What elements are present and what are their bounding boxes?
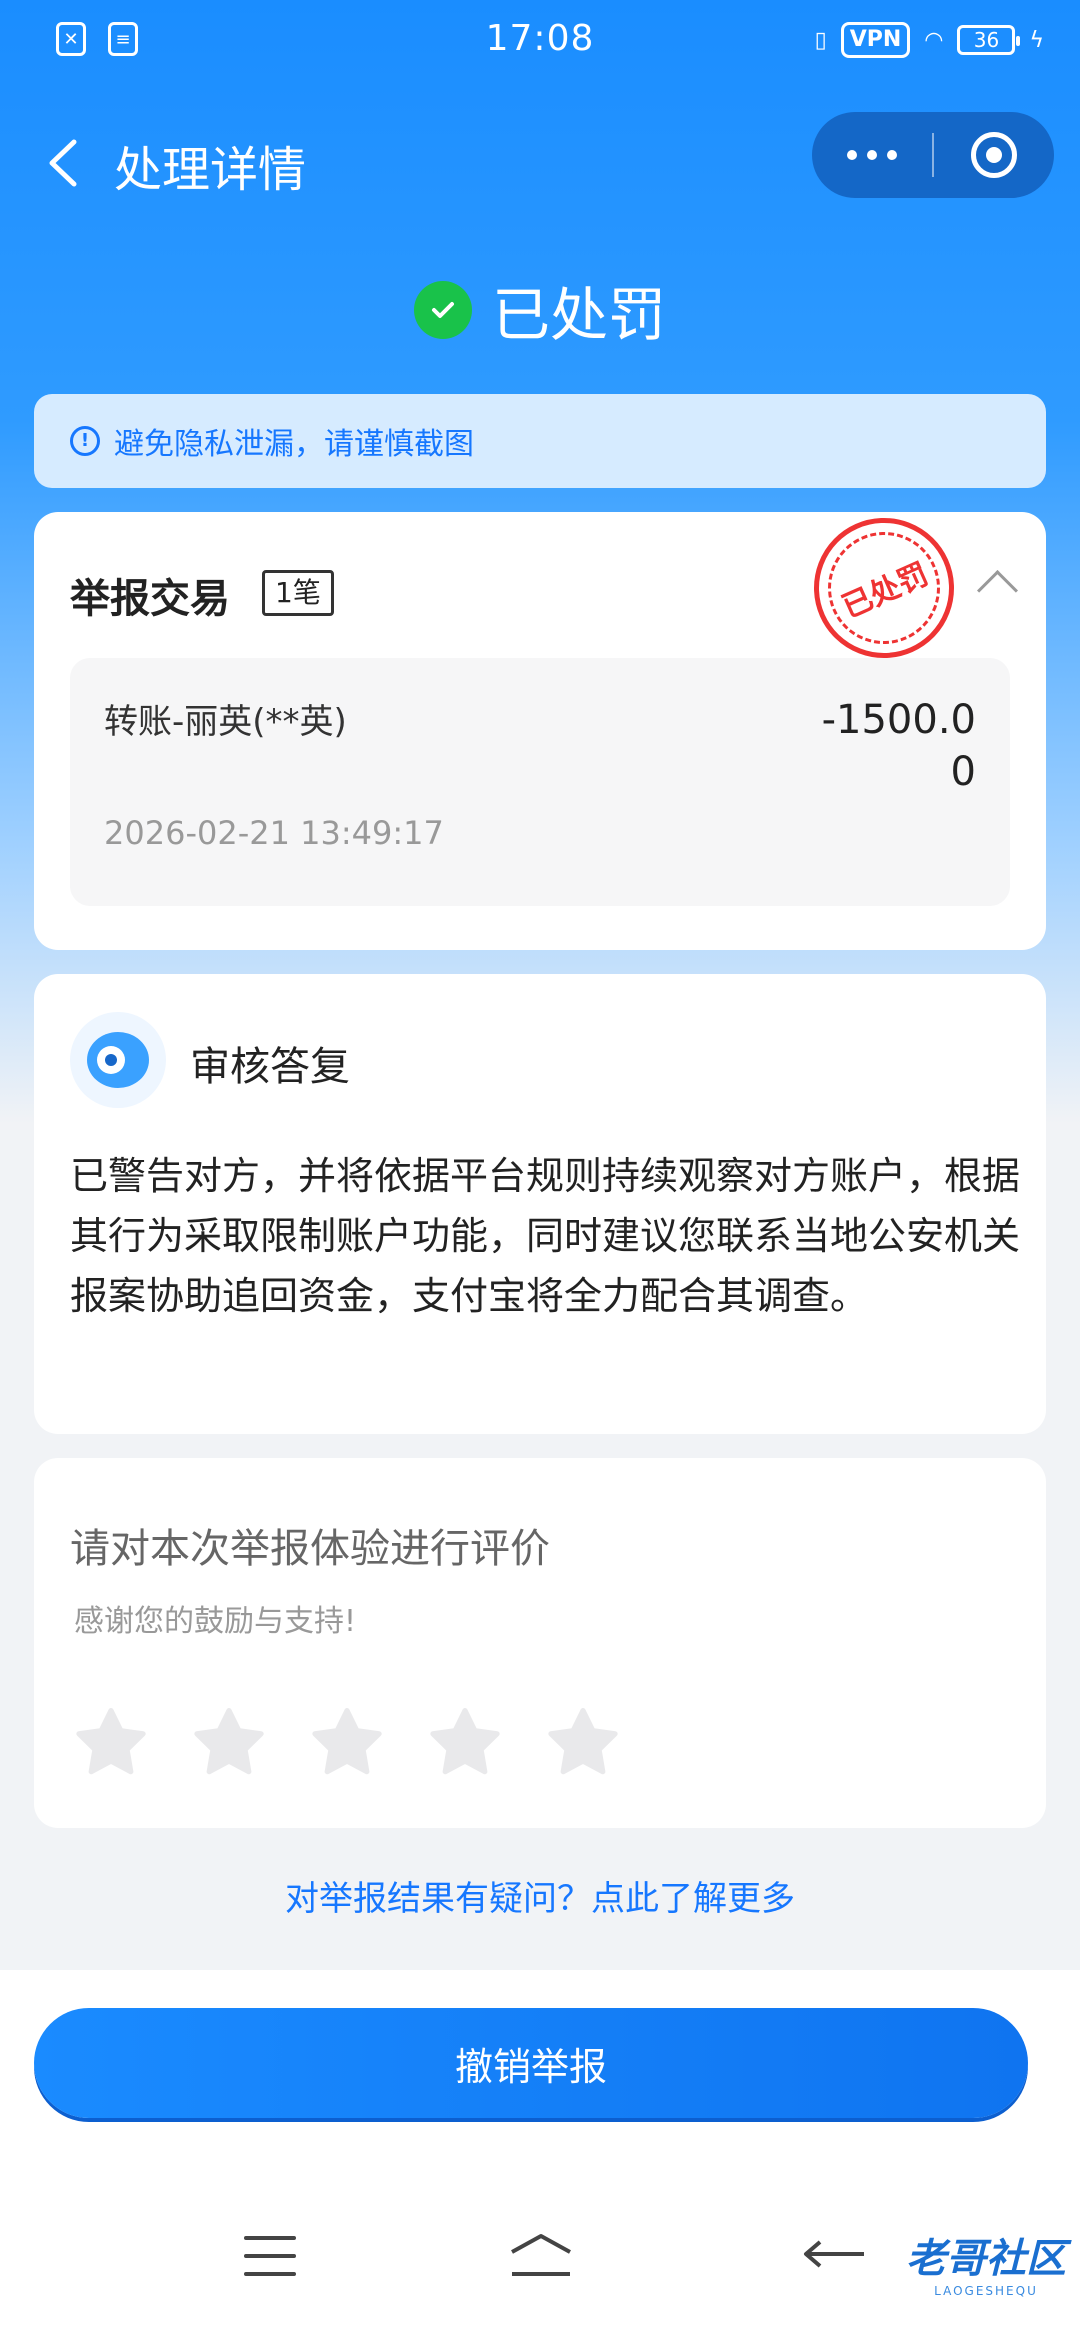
revoke-report-button[interactable]: 撤销举报 xyxy=(34,2008,1028,2118)
review-content: 已警告对方，并将依据平台规则持续观察对方账户，根据其行为采取限制账户功能，同时建… xyxy=(70,1154,1021,1318)
rating-card: 请对本次举报体验进行评价 感谢您的鼓励与支持! xyxy=(34,1458,1046,1828)
privacy-notice-text: 避免隐私泄漏，请谨慎截图 xyxy=(114,427,474,462)
star-rating xyxy=(70,1702,624,1784)
stamp-text: 已处罚 xyxy=(810,514,958,662)
transaction-amount: -1500.00 xyxy=(821,697,976,795)
close-miniapp-button[interactable] xyxy=(934,112,1054,198)
vpn-badge: VPN xyxy=(840,22,911,58)
status-system-icons: ▯ VPN ◠ 36 ϟ xyxy=(815,22,1044,58)
more-dot xyxy=(847,150,857,160)
rating-subtitle: 感谢您的鼓励与支持! xyxy=(74,1604,357,1639)
star-icon[interactable] xyxy=(188,1702,270,1784)
avatar xyxy=(70,1012,166,1108)
transaction-time: 2026-02-21 13:49:17 xyxy=(104,814,444,852)
review-reply-card: 审核答复 已警告对方，并将依据平台规则持续观察对方账户，根据其行为采取限制账户功… xyxy=(34,974,1046,1434)
back-button[interactable] xyxy=(34,128,94,198)
transaction-count-badge: 1笔 xyxy=(262,570,334,616)
recent-apps-button[interactable] xyxy=(244,2236,296,2276)
rating-title: 请对本次举报体验进行评价 xyxy=(70,1526,550,1572)
more-dot xyxy=(887,150,897,160)
footer: 撤销举报 老哥社区 LAOGESHEQU xyxy=(0,1970,1080,2340)
more-dot xyxy=(867,150,877,160)
transaction-item[interactable]: 转账-丽英(**英) -1500.00 2026-02-21 13:49:17 xyxy=(70,658,1010,906)
battery-icon: 36 xyxy=(957,25,1021,55)
wifi-icon: ◠ xyxy=(924,27,944,53)
nav-bar: 处理详情 xyxy=(0,112,1080,212)
watermark-text: 老哥社区 xyxy=(906,2236,1066,2282)
star-icon[interactable] xyxy=(424,1702,506,1784)
star-icon[interactable] xyxy=(542,1702,624,1784)
info-icon: ! xyxy=(70,426,100,456)
target-icon xyxy=(971,132,1017,178)
system-nav-bar: 老哥社区 LAOGESHEQU xyxy=(0,2216,1080,2316)
review-title: 审核答复 xyxy=(190,1044,350,1090)
page-title: 处理详情 xyxy=(114,142,307,198)
question-link[interactable]: 对举报结果有疑问？点此了解更多 xyxy=(0,1836,1080,1954)
home-icon[interactable] xyxy=(506,2230,576,2280)
result-status-text: 已处罚 xyxy=(491,281,666,349)
check-circle-icon xyxy=(413,281,472,339)
charging-icon: ϟ xyxy=(1029,27,1044,53)
result-status: 已处罚 xyxy=(0,268,1080,352)
status-bar: ✕ ≡ 17:08 ▯ VPN ◠ 36 ϟ xyxy=(0,0,1080,84)
more-button[interactable] xyxy=(812,112,932,198)
robot-mascot-icon xyxy=(87,1032,149,1088)
transaction-name: 转账-丽英(**英) xyxy=(104,702,347,742)
privacy-notice: ! 避免隐私泄漏，请谨慎截图 xyxy=(34,394,1046,488)
star-icon[interactable] xyxy=(70,1702,152,1784)
vibrate-icon: ▯ xyxy=(814,27,827,53)
reported-transaction-card: 举报交易 1笔 已处罚 转账-丽英(**英) -1500.00 2026-02-… xyxy=(34,495,1046,950)
watermark-logo: 老哥社区 LAOGESHEQU xyxy=(906,2226,1066,2298)
back-nav-icon[interactable] xyxy=(800,2236,870,2276)
penalized-stamp: 已处罚 xyxy=(791,495,977,681)
chevron-left-icon xyxy=(49,139,77,187)
report-section-title: 举报交易 xyxy=(70,576,230,622)
watermark-subtext: LAOGESHEQU xyxy=(934,2284,1038,2298)
chevron-up-icon[interactable] xyxy=(976,569,1019,612)
star-icon[interactable] xyxy=(306,1702,388,1784)
miniapp-capsule xyxy=(812,112,1054,198)
